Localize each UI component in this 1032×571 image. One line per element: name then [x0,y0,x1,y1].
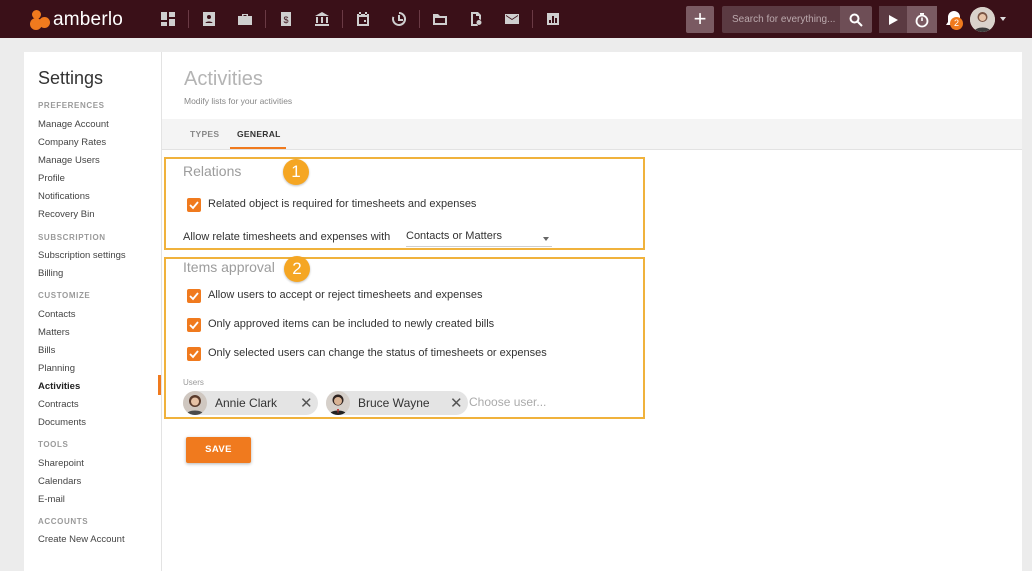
sidebar-heading-preferences: PREFERENCES [38,101,105,110]
play-icon [889,14,898,25]
sidebar-heading-customize: CUSTOMIZE [38,291,91,300]
sidebar-item-billing[interactable]: Billing [38,268,63,279]
choose-user-input[interactable]: Choose user... [469,395,546,409]
tab-types[interactable]: TYPES [190,129,219,139]
only-approved-items-label: Only approved items can be included to n… [208,318,495,330]
page-title: Activities [184,68,263,90]
save-button[interactable]: SAVE [186,437,251,463]
logo-text: amberlo [53,9,124,30]
sidebar-item-calendars[interactable]: Calendars [38,476,81,487]
relate-with-label: Allow relate timesheets and expenses wit… [183,231,391,243]
billing-icon[interactable]: $ [268,7,304,31]
briefcase-icon[interactable] [227,7,263,31]
top-navigation-bar: amberlo $ + Search for everything... 2 [0,0,1032,38]
checkmark-icon [189,292,199,301]
sidebar-item-documents[interactable]: Documents [38,417,86,428]
user-chip-bruce-wayne: Bruce Wayne ✕ [326,391,468,415]
sidebar-heading-accounts: ACCOUNTS [38,517,89,526]
user-chip-name: Annie Clark [215,396,278,410]
document-search-icon[interactable] [458,7,494,31]
user-avatar[interactable] [970,7,995,32]
reports-icon[interactable] [535,7,571,31]
sidebar-item-planning[interactable]: Planning [38,363,75,374]
dropdown-caret-icon [543,237,549,241]
only-selected-users-checkbox[interactable] [187,347,201,361]
page-subtitle: Modify lists for your activities [184,96,293,106]
users-field-label: Users [183,378,204,387]
stopwatch-icon [915,12,929,27]
sidebar-item-profile[interactable]: Profile [38,173,65,184]
dashboard-icon[interactable] [150,7,186,31]
relate-with-select[interactable]: Contacts or Matters [406,230,552,247]
checkmark-icon [189,321,199,330]
step-badge-2: 2 [284,256,310,282]
only-approved-items-checkbox[interactable] [187,318,201,332]
sidebar-item-notifications[interactable]: Notifications [38,191,90,202]
allow-accept-reject-checkbox[interactable] [187,289,201,303]
sidebar-item-recovery-bin[interactable]: Recovery Bin [38,209,95,220]
calendar-icon[interactable] [345,7,381,31]
only-selected-users-label: Only selected users can change the statu… [208,347,547,359]
sidebar-heading-subscription: SUBSCRIPTION [38,233,106,242]
start-timer-button[interactable] [879,6,907,33]
amberlo-logo[interactable]: amberlo [30,9,123,31]
allow-accept-reject-label: Allow users to accept or reject timeshee… [208,289,483,301]
mail-icon[interactable] [494,7,530,31]
settings-sidebar: Settings PREFERENCES Manage Account Comp… [24,52,162,571]
sidebar-item-company-rates[interactable]: Company Rates [38,137,106,148]
user-menu-caret-icon[interactable] [1000,17,1006,21]
sidebar-item-subscription-settings[interactable]: Subscription settings [38,250,126,261]
sidebar-item-contacts[interactable]: Contacts [38,309,76,320]
step-badge-1: 1 [283,159,309,185]
contacts-icon[interactable] [191,7,227,31]
folder-icon[interactable] [422,7,458,31]
user-chip-name: Bruce Wayne [358,396,430,410]
time-history-icon[interactable] [381,7,417,31]
sidebar-item-activities[interactable]: Activities [38,381,80,392]
user-chip-annie-clark: Annie Clark ✕ [183,391,318,415]
search-icon [849,13,863,27]
remove-user-close-icon[interactable]: ✕ [300,394,313,412]
sidebar-item-bills[interactable]: Bills [38,345,55,356]
user-avatar [326,391,350,415]
notification-count-badge: 2 [950,17,963,30]
stopwatch-button[interactable] [907,6,937,33]
sidebar-item-manage-users[interactable]: Manage Users [38,155,100,166]
sidebar-item-matters[interactable]: Matters [38,327,70,338]
user-avatar [183,391,207,415]
approval-title: Items approval [183,259,275,275]
sidebar-item-create-new-account[interactable]: Create New Account [38,534,125,545]
tab-divider [162,149,1022,150]
bank-icon[interactable] [304,7,340,31]
sidebar-heading-tools: TOOLS [38,440,69,449]
relations-title: Relations [183,163,242,179]
module-icons: $ [150,7,571,31]
sidebar-item-sharepoint[interactable]: Sharepoint [38,458,84,469]
search-button[interactable] [840,6,872,33]
checkmark-icon [189,201,199,210]
active-item-indicator [158,375,161,395]
svg-text:$: $ [283,15,288,25]
tab-general[interactable]: GENERAL [237,129,281,139]
related-object-required-label: Related object is required for timesheet… [208,198,477,210]
sidebar-item-contracts[interactable]: Contracts [38,399,79,410]
related-object-required-checkbox[interactable] [187,198,201,212]
sidebar-title: Settings [38,68,104,88]
relate-with-value: Contacts or Matters [406,230,502,242]
add-new-button[interactable]: + [686,6,714,33]
sidebar-item-email[interactable]: E-mail [38,494,65,505]
logo-mark-icon [30,10,50,30]
remove-user-close-icon[interactable]: ✕ [450,394,463,412]
global-search-input[interactable]: Search for everything... [722,6,840,33]
tab-bar: TYPES GENERAL [162,119,1022,149]
checkmark-icon [189,350,199,359]
sidebar-item-manage-account[interactable]: Manage Account [38,119,109,130]
